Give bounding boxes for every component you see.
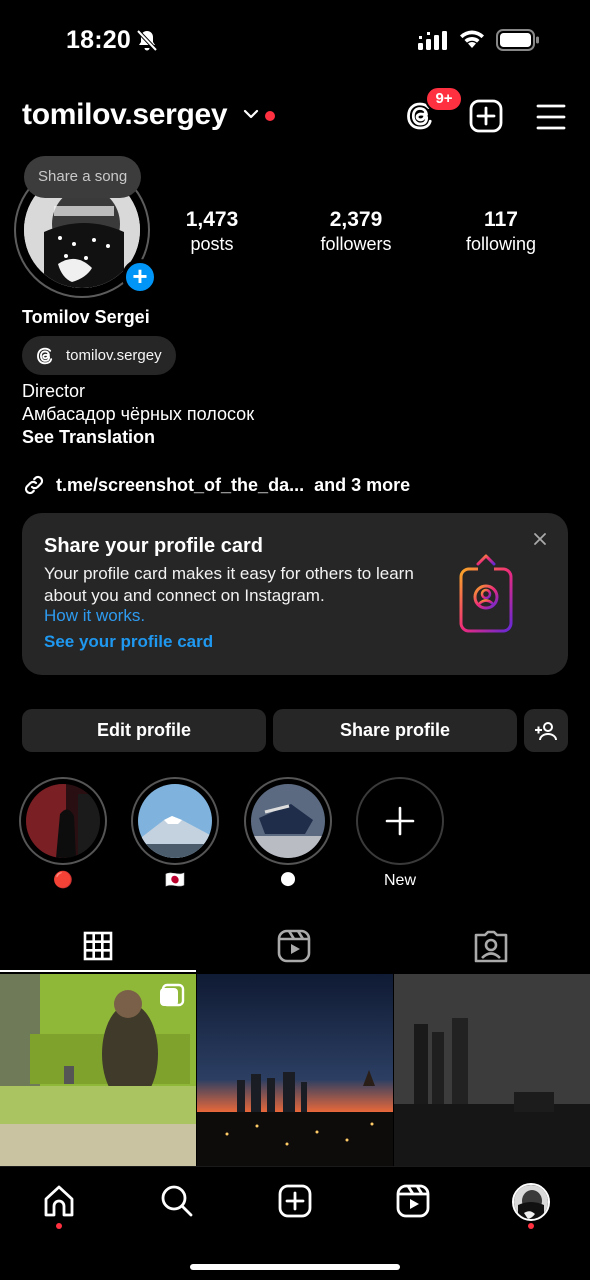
post-thumbnail[interactable] bbox=[0, 974, 196, 1166]
profile-avatar[interactable] bbox=[512, 1183, 550, 1221]
add-person-icon bbox=[535, 722, 557, 741]
profile-card-icon bbox=[459, 554, 513, 633]
highlight-cover bbox=[26, 784, 100, 858]
home-icon[interactable] bbox=[41, 1183, 77, 1219]
tagged-icon[interactable] bbox=[471, 926, 511, 966]
posts-label: posts bbox=[190, 234, 234, 254]
highlight-caption: 🔴 bbox=[53, 872, 73, 889]
highlight-cover bbox=[251, 784, 325, 858]
share-profile-button[interactable]: Share profile bbox=[273, 709, 517, 752]
reels-icon[interactable] bbox=[395, 1183, 431, 1219]
threads-handle: tomilov.sergey bbox=[66, 347, 162, 364]
highlight-ring bbox=[131, 777, 219, 865]
close-icon[interactable] bbox=[532, 531, 548, 547]
profile-header: tomilov.sergey 9+ bbox=[0, 86, 590, 140]
promo-title: Share your profile card bbox=[44, 535, 263, 557]
status-time: 18:20 bbox=[66, 26, 131, 54]
highlight-ring bbox=[19, 777, 107, 865]
account-switcher[interactable]: tomilov.sergey bbox=[22, 98, 228, 132]
signal-icon bbox=[418, 31, 447, 50]
plus-icon bbox=[385, 806, 415, 836]
stat-following[interactable]: 117 following bbox=[431, 207, 571, 255]
stat-posts[interactable]: 1,473 posts bbox=[142, 207, 282, 255]
link-url[interactable]: t.me/screenshot_of_the_da... bbox=[56, 475, 304, 496]
highlight-cover bbox=[138, 784, 212, 858]
unread-dot bbox=[265, 111, 275, 121]
new-highlight-ring bbox=[356, 777, 444, 865]
threads-icon bbox=[37, 347, 53, 364]
new-highlight-label: New bbox=[383, 872, 416, 889]
highlight-item[interactable]: 🔴 bbox=[18, 777, 108, 891]
wifi-icon bbox=[460, 30, 484, 48]
home-activity-dot bbox=[56, 1223, 62, 1229]
stat-followers[interactable]: 2,379 followers bbox=[286, 207, 426, 255]
how-it-works-link[interactable]: How it works. bbox=[44, 606, 145, 626]
create-icon[interactable] bbox=[277, 1183, 313, 1219]
active-tab-indicator bbox=[0, 970, 196, 972]
status-bar: 18:20 bbox=[0, 0, 590, 80]
posts-grid bbox=[0, 974, 590, 1166]
followers-label: followers bbox=[320, 234, 392, 254]
discover-people-button[interactable] bbox=[524, 709, 568, 752]
notification-badge: 9+ bbox=[425, 86, 463, 112]
profile-card-promo: Share your profile card Your profile car… bbox=[22, 513, 568, 675]
bell-slash-icon bbox=[136, 29, 158, 52]
post-thumbnail[interactable] bbox=[197, 974, 393, 1166]
posts-count: 1,473 bbox=[185, 208, 239, 231]
plus-square-icon[interactable] bbox=[468, 98, 504, 134]
grid-icon[interactable] bbox=[78, 926, 118, 966]
following-label: following bbox=[465, 234, 537, 254]
promo-text: Your profile card makes it easy for othe… bbox=[44, 564, 414, 605]
menu-icon[interactable] bbox=[534, 100, 568, 134]
bio-line: Амбасадор чёрных полосок bbox=[22, 404, 255, 424]
battery-icon bbox=[496, 29, 539, 51]
highlight-item[interactable]: 🌑 bbox=[243, 777, 333, 891]
highlight-ring bbox=[244, 777, 332, 865]
home-indicator bbox=[190, 1264, 400, 1270]
profile-links[interactable]: t.me/screenshot_of_the_da... and 3 more bbox=[22, 472, 410, 498]
see-profile-card-link[interactable]: See your profile card bbox=[44, 632, 213, 652]
bio-line: Director bbox=[22, 381, 86, 401]
link-more[interactable]: and 3 more bbox=[314, 475, 410, 496]
new-highlight[interactable]: New bbox=[355, 777, 445, 891]
see-translation-link[interactable]: See Translation bbox=[22, 426, 254, 449]
full-name: Tomilov Sergei bbox=[22, 307, 150, 327]
profile-activity-dot bbox=[528, 1223, 534, 1229]
share-song-bubble[interactable]: Share a song bbox=[24, 156, 142, 198]
highlight-item[interactable]: 🇯🇵 bbox=[130, 777, 220, 891]
bottom-nav bbox=[0, 1166, 590, 1280]
post-thumbnail[interactable] bbox=[394, 974, 590, 1166]
highlight-caption: 🇯🇵 bbox=[165, 872, 185, 889]
following-count: 117 bbox=[484, 208, 518, 231]
link-icon bbox=[24, 475, 44, 495]
edit-profile-button[interactable]: Edit profile bbox=[22, 709, 266, 752]
profile-tabs bbox=[0, 918, 590, 972]
search-icon[interactable] bbox=[159, 1183, 195, 1219]
followers-count: 2,379 bbox=[329, 208, 383, 231]
reels-icon[interactable] bbox=[274, 926, 314, 966]
add-story-button[interactable]: + bbox=[122, 259, 158, 295]
threads-profile-chip[interactable]: tomilov.sergey bbox=[22, 336, 176, 375]
highlight-caption: 🌑 bbox=[279, 872, 297, 889]
bio: Director Амбасадор чёрных полосок See Tr… bbox=[22, 380, 254, 449]
chevron-down-icon[interactable] bbox=[243, 108, 259, 120]
